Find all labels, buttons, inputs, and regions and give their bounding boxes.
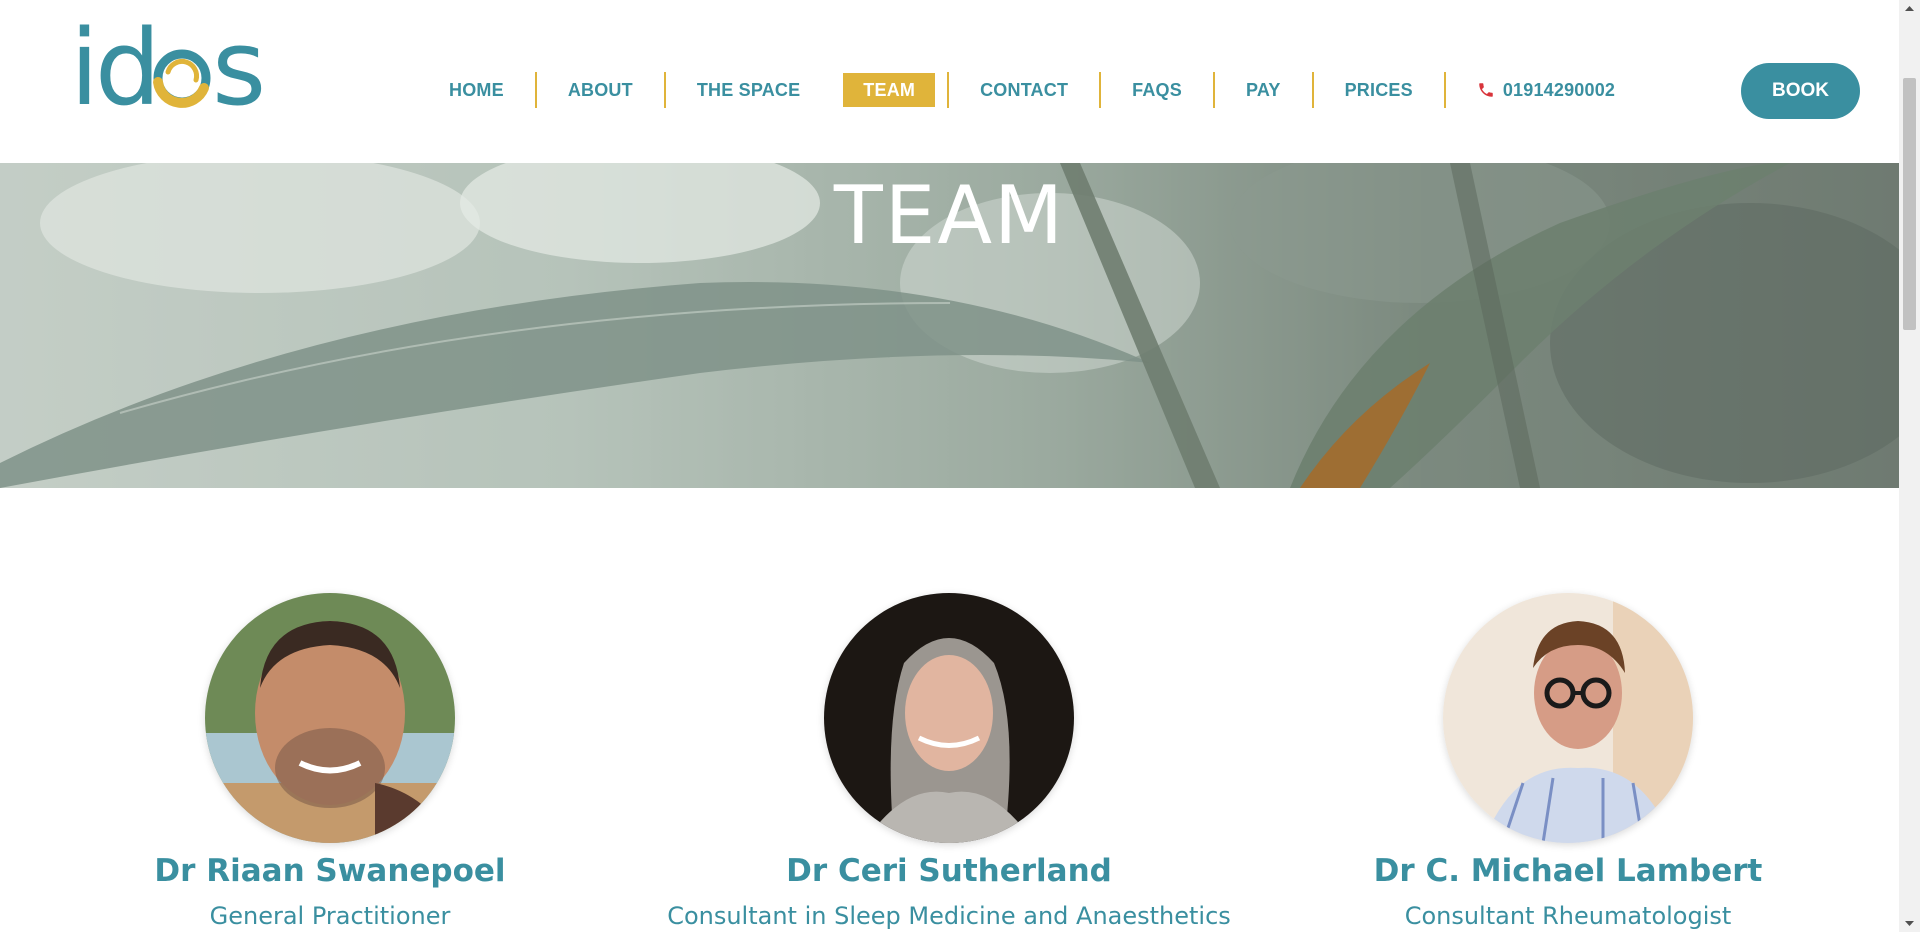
team-member-photo	[824, 593, 1074, 843]
vertical-scrollbar[interactable]	[1899, 0, 1920, 932]
nav-pay[interactable]: PAY	[1215, 73, 1312, 107]
scrollbar-thumb[interactable]	[1903, 78, 1916, 330]
team-member-role: Consultant in Sleep Medicine and Anaesth…	[667, 902, 1231, 930]
team-member-photo	[1443, 593, 1693, 843]
nav-faqs[interactable]: FAQS	[1101, 73, 1213, 107]
team-member-role: Consultant Rheumatologist	[1404, 902, 1732, 930]
nav-prices[interactable]: PRICES	[1314, 73, 1444, 107]
page-title: TEAM	[833, 169, 1066, 262]
phone-number: 01914290002	[1502, 80, 1616, 100]
idos-logo-mark: id s	[70, 7, 266, 129]
nav-phone-link[interactable]: 01914290002	[1446, 73, 1646, 107]
site-header: id s HOME ABOUT THE SPACE TEAM CONTACT F…	[0, 0, 1899, 163]
scroll-up-arrow-icon[interactable]	[1899, 0, 1920, 17]
hero-banner: TEAM	[0, 163, 1899, 488]
nav-about[interactable]: ABOUT	[537, 73, 664, 107]
nav-contact[interactable]: CONTACT	[949, 73, 1099, 107]
svg-text:s: s	[212, 24, 262, 120]
idos-logo[interactable]: id s	[70, 7, 285, 129]
main-nav: HOME ABOUT THE SPACE TEAM CONTACT FAQS P…	[418, 72, 1646, 108]
team-member-card: Dr Ceri Sutherland Consultant in Sleep M…	[639, 593, 1259, 932]
portrait-image	[1443, 593, 1693, 843]
nav-home[interactable]: HOME	[418, 73, 535, 107]
portrait-image	[824, 593, 1074, 843]
nav-the-space[interactable]: THE SPACE	[666, 73, 831, 107]
phone-icon	[1479, 83, 1493, 97]
team-member-name: Dr Riaan Swanepoel	[154, 853, 506, 889]
svg-text:id: id	[70, 24, 157, 120]
team-member-name: Dr C. Michael Lambert	[1373, 853, 1763, 889]
team-member-card: Dr Riaan Swanepoel General Practitioner	[20, 593, 640, 932]
scroll-down-arrow-icon[interactable]	[1899, 915, 1920, 932]
team-member-role: General Practitioner	[209, 902, 451, 930]
team-member-name: Dr Ceri Sutherland	[786, 853, 1112, 889]
portrait-image	[205, 593, 455, 843]
team-member-photo	[205, 593, 455, 843]
nav-team[interactable]: TEAM	[843, 73, 936, 107]
team-member-card: Dr C. Michael Lambert Consultant Rheumat…	[1258, 593, 1878, 932]
team-section: Dr Riaan Swanepoel General Practitioner …	[0, 488, 1899, 932]
book-button[interactable]: BOOK	[1741, 63, 1860, 119]
